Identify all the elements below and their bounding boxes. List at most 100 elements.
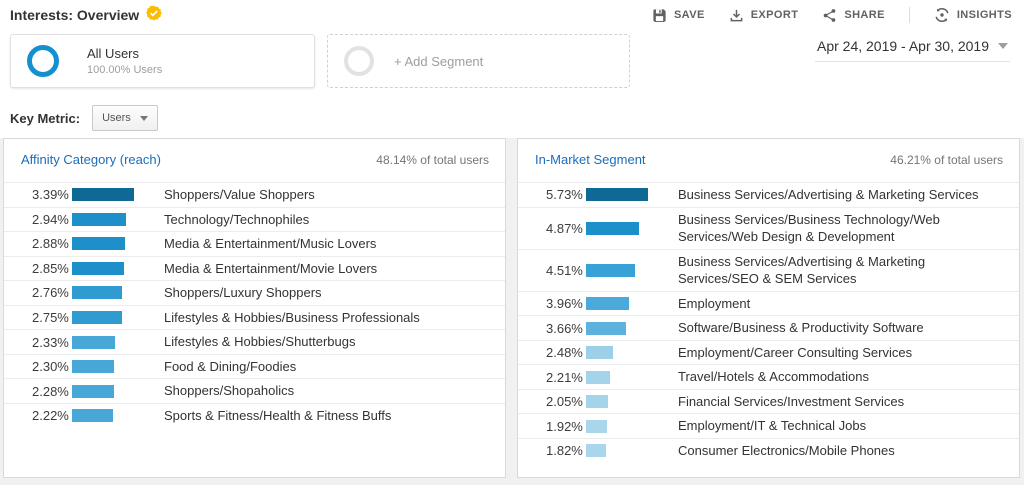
toolbar-divider bbox=[908, 7, 910, 23]
table-row: 3.39% Shoppers/Value Shoppers bbox=[4, 182, 505, 207]
in-market-segment-panel: In-Market Segment 46.21% of total users … bbox=[517, 138, 1020, 478]
row-label: Business Services/Advertising & Marketin… bbox=[678, 187, 979, 202]
row-label: Employment/IT & Technical Jobs bbox=[678, 418, 867, 434]
row-label: Travel/Hotels & Accommodations bbox=[678, 369, 869, 385]
table-row: 5.73% Business Services/Advertising & Mar… bbox=[518, 182, 1019, 207]
row-label: Software/Business & Productivity Softwar… bbox=[678, 320, 924, 336]
table-row: 2.22% Sports & Fitness/Health & Fitness B… bbox=[4, 402, 505, 428]
verified-badge-icon bbox=[146, 5, 162, 26]
row-bar-track bbox=[586, 346, 648, 360]
row-label: Financial Services/Investment Services bbox=[678, 393, 905, 409]
row-bar-track bbox=[586, 188, 648, 202]
row-bar-track bbox=[72, 384, 134, 398]
affinity-table: 3.39% Shoppers/Value Shoppers 2.94% Technol… bbox=[4, 182, 505, 427]
row-bar-track bbox=[72, 237, 134, 251]
save-label: SAVE bbox=[673, 9, 705, 21]
add-segment-ring-icon bbox=[344, 46, 374, 76]
key-metric-label: Key Metric: bbox=[10, 110, 81, 126]
chevron-down-icon bbox=[998, 43, 1008, 49]
row-bar bbox=[72, 311, 123, 324]
row-bar-track bbox=[586, 419, 648, 433]
row-bar bbox=[586, 321, 626, 335]
export-button[interactable]: EXPORT bbox=[729, 8, 799, 23]
row-bar bbox=[586, 188, 648, 202]
table-row: 2.88% Media & Entertainment/Music Lovers bbox=[4, 231, 505, 256]
row-bar-track bbox=[586, 321, 648, 335]
row-label: Media & Entertainment/Music Lovers bbox=[164, 236, 377, 252]
row-percent: 2.48% bbox=[546, 345, 583, 361]
row-bar bbox=[72, 237, 125, 251]
row-bar bbox=[586, 419, 607, 433]
row-bar-track bbox=[586, 297, 648, 310]
row-bar bbox=[586, 263, 635, 277]
key-metric-value: Users bbox=[102, 112, 131, 124]
row-label: Food & Dining/Foodies bbox=[164, 358, 297, 374]
row-label: Lifestyles & Hobbies/Shutterbugs bbox=[164, 334, 356, 350]
row-bar bbox=[72, 261, 125, 275]
table-row: 3.66% Software/Business & Productivity So… bbox=[518, 315, 1019, 340]
table-row: 2.05% Financial Services/Investment Servi… bbox=[518, 388, 1019, 414]
table-row: 1.82% Consumer Electronics/Mobile Phones bbox=[518, 438, 1019, 463]
segment-subtitle: 100.00% Users bbox=[87, 64, 163, 76]
row-bar bbox=[586, 444, 606, 458]
table-row: 2.33% Lifestyles & Hobbies/Shutterbugs bbox=[4, 329, 505, 354]
affinity-total-users: 48.14% of total users bbox=[376, 152, 489, 167]
row-bar-track bbox=[586, 395, 648, 409]
row-bar-track bbox=[72, 409, 134, 423]
save-button[interactable]: SAVE bbox=[652, 8, 705, 23]
row-bar-track bbox=[72, 286, 134, 300]
row-percent: 2.85% bbox=[32, 260, 69, 276]
table-row: 2.21% Travel/Hotels & Accommodations bbox=[518, 364, 1019, 389]
table-row: 2.75% Lifestyles & Hobbies/Business Profe… bbox=[4, 304, 505, 330]
row-bar-track bbox=[72, 261, 134, 275]
key-metric-dropdown[interactable]: Users bbox=[92, 105, 158, 131]
row-percent: 2.94% bbox=[32, 211, 69, 227]
row-percent: 2.28% bbox=[32, 383, 69, 399]
in-market-panel-title-link[interactable]: In-Market Segment bbox=[535, 152, 646, 167]
report-panels: Affinity Category (reach) 48.14% of tota… bbox=[0, 138, 1024, 485]
row-bar-track bbox=[72, 335, 134, 349]
row-bar-track bbox=[586, 263, 648, 277]
row-label: Consumer Electronics/Mobile Phones bbox=[678, 443, 895, 459]
row-label: Shoppers/Shopaholics bbox=[164, 383, 295, 399]
row-bar bbox=[72, 384, 114, 398]
share-label: SHARE bbox=[844, 9, 885, 21]
row-percent: 2.21% bbox=[546, 369, 583, 385]
row-percent: 4.87% bbox=[546, 220, 583, 236]
row-label: Technology/Technophiles bbox=[164, 211, 310, 227]
add-segment-button[interactable]: + Add Segment bbox=[327, 34, 630, 88]
row-bar-track bbox=[72, 188, 134, 202]
row-bar bbox=[586, 297, 629, 310]
row-bar bbox=[586, 395, 609, 409]
row-bar bbox=[72, 188, 134, 202]
date-range-selector[interactable]: Apr 24, 2019 - Apr 30, 2019 bbox=[814, 34, 1010, 62]
in-market-total-users: 46.21% of total users bbox=[890, 152, 1003, 167]
segment-all-users[interactable]: All Users 100.00% Users bbox=[10, 34, 315, 88]
row-label: Business Services/Business Technology/We… bbox=[678, 211, 940, 245]
row-percent: 2.33% bbox=[32, 334, 69, 350]
export-label: EXPORT bbox=[750, 9, 799, 21]
in-market-table: 5.73% Business Services/Advertising & Mar… bbox=[518, 182, 1019, 463]
row-bar bbox=[586, 346, 613, 360]
row-percent: 2.22% bbox=[32, 408, 69, 424]
share-button[interactable]: SHARE bbox=[822, 8, 885, 23]
row-label: Media & Entertainment/Movie Lovers bbox=[164, 260, 378, 276]
row-label: Employment/Career Consulting Services bbox=[678, 344, 913, 360]
row-percent: 2.88% bbox=[32, 236, 69, 252]
row-bar-track bbox=[72, 311, 134, 324]
row-bar bbox=[586, 370, 610, 384]
row-label: Business Services/Advertising & Marketin… bbox=[678, 253, 926, 287]
row-bar-track bbox=[72, 212, 134, 226]
segments-bar: All Users 100.00% Users + Add Segment Ap… bbox=[0, 26, 1024, 88]
add-segment-label: + Add Segment bbox=[394, 53, 484, 69]
row-bar bbox=[72, 335, 115, 349]
row-percent: 1.82% bbox=[546, 443, 583, 459]
row-label: Lifestyles & Hobbies/Business Profession… bbox=[164, 309, 420, 325]
affinity-panel-title-link[interactable]: Affinity Category (reach) bbox=[21, 152, 161, 167]
row-percent: 2.75% bbox=[32, 310, 69, 325]
table-row: 3.96% Employment bbox=[518, 290, 1019, 316]
row-bar bbox=[72, 286, 123, 300]
insights-button[interactable]: INSIGHTS bbox=[934, 7, 1012, 23]
table-row: 4.87% Business Services/Business Technolo… bbox=[518, 206, 1019, 249]
row-bar bbox=[72, 360, 115, 374]
